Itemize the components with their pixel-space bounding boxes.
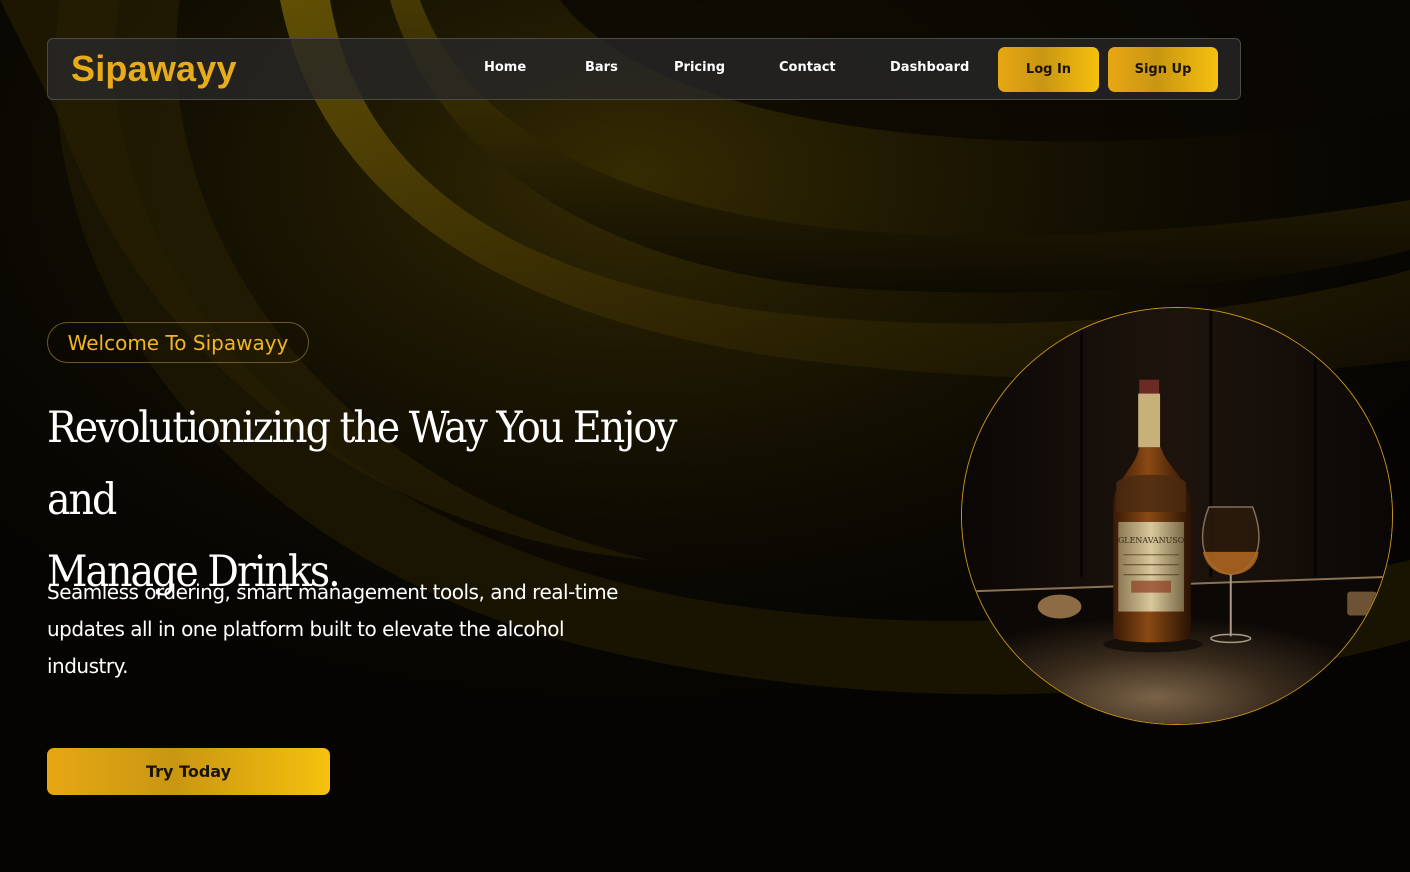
hero-subtext: Seamless ordering, smart management tool… (47, 580, 618, 678)
brand-logo[interactable]: Sipawayy (71, 48, 237, 90)
login-button[interactable]: Log In (998, 47, 1099, 92)
bottle-label-text: GLENAVANUSO (1118, 536, 1185, 545)
nav-link-bars[interactable]: Bars (585, 60, 618, 75)
nav-link-contact[interactable]: Contact (779, 60, 836, 75)
signup-button[interactable]: Sign Up (1108, 47, 1218, 92)
landing-page: Sipawayy Home Bars Pricing Contact Dashb… (0, 0, 1410, 872)
hero-bottle-image: GLENAVANUSO (961, 307, 1393, 725)
try-today-button[interactable]: Try Today (47, 748, 330, 795)
hero-headline-line1: Revolutionizing the Way You Enjoy and (47, 403, 678, 525)
nav-link-home[interactable]: Home (484, 60, 526, 75)
nav-link-pricing[interactable]: Pricing (674, 60, 725, 75)
nav-link-dashboard[interactable]: Dashboard (890, 60, 969, 75)
welcome-badge: Welcome To Sipawayy (47, 322, 309, 363)
top-navbar: Sipawayy Home Bars Pricing Contact Dashb… (47, 38, 1241, 100)
